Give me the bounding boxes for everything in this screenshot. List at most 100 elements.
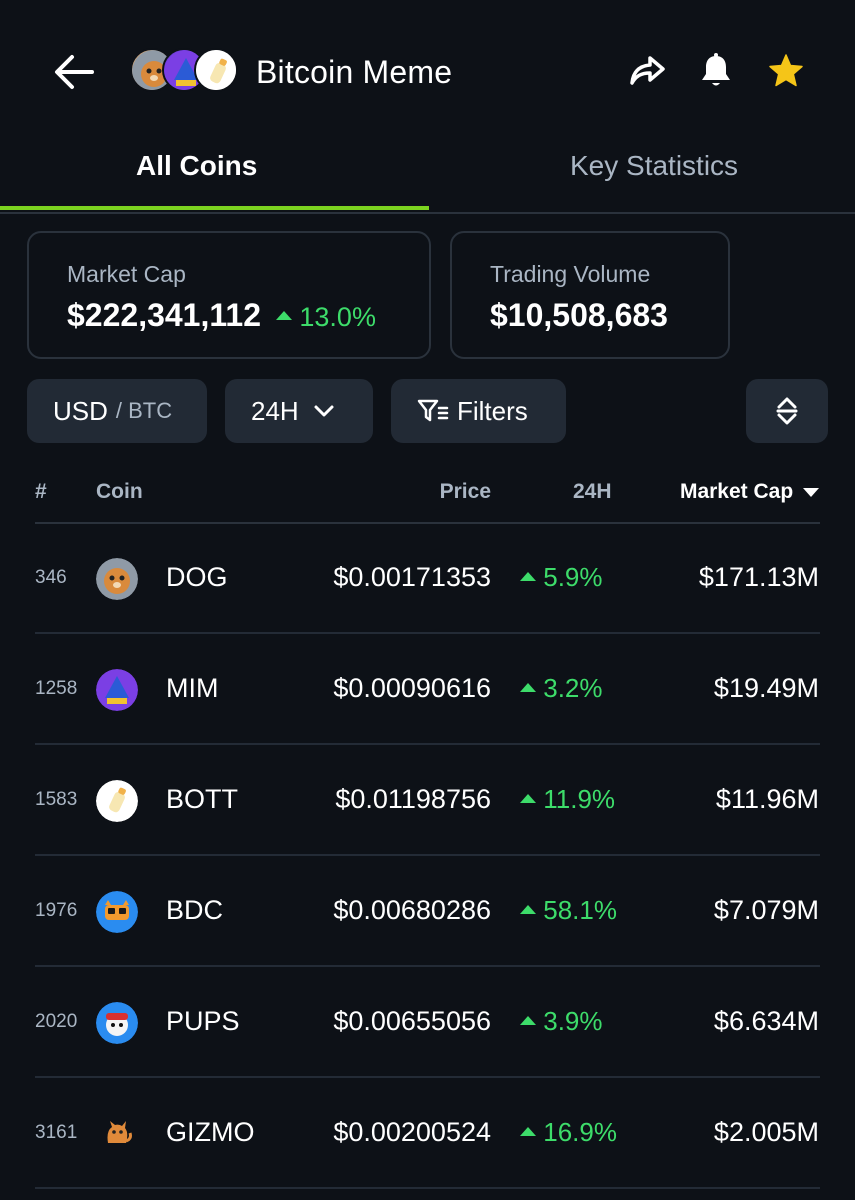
sort-toggle-button[interactable] <box>746 379 828 443</box>
favorite-button[interactable] <box>765 50 807 92</box>
bott-coin-avatar <box>194 48 238 92</box>
table-row[interactable]: 2020 PUPS $0.00655056 3.9% $6.634M <box>0 967 855 1078</box>
bell-icon <box>702 53 730 86</box>
tab-all-coins[interactable]: All Coins <box>136 150 257 182</box>
row-price: $0.00200524 <box>333 1117 491 1147</box>
table-row[interactable]: 1583 BOTT $0.01198756 11.9% $11.96M <box>0 745 855 856</box>
row-price: $0.00090616 <box>333 673 491 703</box>
back-button[interactable] <box>50 50 98 94</box>
row-market-cap: $19.49M <box>713 673 819 703</box>
table-row[interactable]: 1258 MIM $0.00090616 3.2% $19.49M <box>0 634 855 745</box>
coin-column-header[interactable]: Coin <box>96 480 143 504</box>
row-change-value: 3.9% <box>543 1006 603 1036</box>
trading-volume-card: Trading Volume $10,508,683 <box>450 231 730 359</box>
row-price: $0.00171353 <box>333 562 491 592</box>
tab-bar: All Coins Key Statistics <box>0 140 855 214</box>
market-cap-card: Market Cap $222,341,112 13.0% <box>27 231 431 359</box>
filters-button[interactable]: Filters <box>391 379 566 443</box>
row-divider <box>35 1187 820 1189</box>
active-tab-indicator <box>0 206 429 210</box>
filter-icon <box>417 399 449 422</box>
market-cap-header-label: Market Cap <box>679 480 794 503</box>
chevron-down-icon <box>314 405 334 417</box>
filters-label: Filters <box>457 395 528 426</box>
category-avatars <box>130 48 242 94</box>
gizmo-coin-icon <box>96 1113 138 1155</box>
timeframe-value: 24H <box>251 395 299 426</box>
row-change: 3.2% <box>520 673 603 704</box>
row-symbol: MIM <box>166 673 219 703</box>
row-price: $0.00655056 <box>333 1006 491 1036</box>
up-triangle-icon <box>520 1126 536 1136</box>
row-change-value: 5.9% <box>543 562 603 592</box>
row-change-value: 11.9% <box>543 784 616 814</box>
up-triangle-icon <box>275 311 292 321</box>
up-triangle-icon <box>520 682 536 692</box>
row-change: 58.1% <box>520 895 617 926</box>
up-triangle-icon <box>520 1015 536 1025</box>
row-market-cap: $171.13M <box>698 562 819 592</box>
page-title: Bitcoin Meme <box>256 54 453 90</box>
table-row[interactable]: 1976 BDC $0.00680286 58.1% $7.079M <box>0 856 855 967</box>
trading-volume-label: Trading Volume <box>490 261 651 287</box>
row-rank: 2020 <box>35 1011 78 1032</box>
row-market-cap: $2.005M <box>713 1117 819 1147</box>
star-icon <box>769 54 803 87</box>
back-arrow-icon <box>55 55 94 89</box>
share-button[interactable] <box>626 50 668 92</box>
sort-icon <box>776 397 798 425</box>
market-cap-value: $222,341,112 13.0% <box>67 297 376 334</box>
row-change-value: 16.9% <box>543 1117 617 1147</box>
pups-coin-icon <box>96 1002 138 1044</box>
row-price: $0.01198756 <box>335 784 491 814</box>
row-change-value: 3.2% <box>543 673 603 703</box>
change-column-header[interactable]: 24H <box>573 480 612 504</box>
currency-toggle[interactable]: USD / BTC <box>27 379 207 443</box>
row-change: 3.9% <box>520 1006 603 1037</box>
market-cap-amount: $222,341,112 <box>67 297 261 333</box>
share-icon <box>630 56 665 85</box>
row-symbol: BOTT <box>166 784 238 814</box>
market-cap-change: 13.0% <box>275 302 376 332</box>
row-price: $0.00680286 <box>333 895 491 925</box>
table-row[interactable]: 3161 GIZMO $0.00200524 16.9% $2.005M <box>0 1078 855 1189</box>
notifications-button[interactable] <box>695 50 737 92</box>
row-change: 11.9% <box>520 784 615 815</box>
row-change: 16.9% <box>520 1117 617 1148</box>
up-triangle-icon <box>520 904 536 914</box>
row-market-cap: $7.079M <box>713 895 819 925</box>
row-symbol: BDC <box>166 895 224 925</box>
market-cap-column-header[interactable]: Market Cap <box>680 480 819 504</box>
currency-usd: USD <box>53 395 108 426</box>
price-column-header[interactable]: Price <box>440 480 491 504</box>
row-change-value: 58.1% <box>543 895 617 925</box>
row-symbol: GIZMO <box>166 1117 255 1147</box>
table-header: # Coin Price 24H Market Cap <box>0 470 855 524</box>
market-cap-change-value: 13.0% <box>299 302 376 332</box>
bott-coin-icon <box>96 780 138 822</box>
app-header: Bitcoin Meme <box>0 0 855 140</box>
currency-btc: / BTC <box>115 398 173 423</box>
mim-coin-icon <box>96 669 138 711</box>
table-row[interactable]: 346 DOG $0.00171353 5.9% $171.13M <box>0 523 855 634</box>
tab-key-statistics[interactable]: Key Statistics <box>570 150 738 182</box>
trading-volume-value: $10,508,683 <box>490 297 668 333</box>
timeframe-dropdown[interactable]: 24H <box>225 379 373 443</box>
up-triangle-icon <box>520 571 536 581</box>
row-rank: 3161 <box>35 1122 78 1143</box>
up-triangle-icon <box>520 793 536 803</box>
dog-coin-icon <box>96 558 138 600</box>
row-market-cap: $11.96M <box>715 784 819 814</box>
row-symbol: PUPS <box>166 1006 240 1036</box>
row-change: 5.9% <box>520 562 603 593</box>
row-rank: 346 <box>35 567 67 588</box>
rank-column-header[interactable]: # <box>35 480 47 504</box>
row-rank: 1583 <box>35 789 78 810</box>
row-market-cap: $6.634M <box>713 1006 819 1036</box>
bdc-coin-icon <box>96 891 138 933</box>
sort-desc-icon <box>803 487 819 497</box>
row-rank: 1976 <box>35 900 78 921</box>
market-cap-label: Market Cap <box>67 261 186 287</box>
row-rank: 1258 <box>35 678 78 699</box>
row-symbol: DOG <box>166 562 228 592</box>
